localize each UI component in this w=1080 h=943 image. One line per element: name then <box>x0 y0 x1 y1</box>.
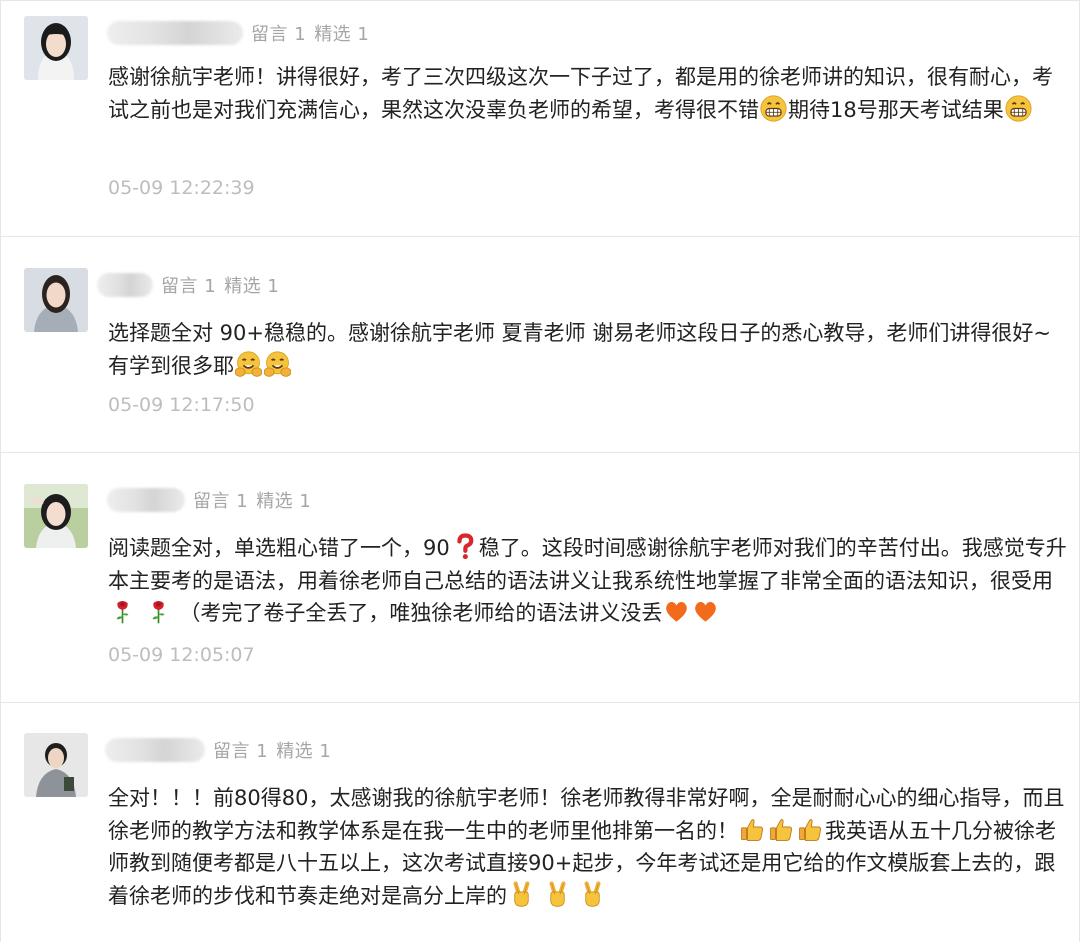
comment-item: 留言 1 精选 1 感谢徐航宇老师！讲得很好，考了三次四级这次一下子过了，都是用的… <box>1 1 1079 236</box>
username-blurred <box>105 738 205 762</box>
featured-count: 精选 1 <box>276 741 332 762</box>
orange-heart-icon <box>663 598 690 625</box>
avatar[interactable] <box>24 733 88 797</box>
reply-count: 留言 1 <box>161 276 217 297</box>
username-blurred <box>107 21 243 45</box>
comment-feed: 留言 1 精选 1 感谢徐航宇老师！讲得很好，考了三次四级这次一下子过了，都是用的… <box>0 0 1080 942</box>
comment-stats: 留言 1 精选 1 <box>251 20 377 46</box>
comment-text: 感谢徐航宇老师！讲得很好，考了三次四级这次一下子过了，都是用的徐老师讲的知识，很… <box>108 61 1068 126</box>
reply-count: 留言 1 <box>251 24 307 45</box>
username-blurred <box>97 273 153 297</box>
comment-stats: 留言 1 精选 1 <box>213 737 339 763</box>
thumbs-up-icon <box>739 816 766 843</box>
hugging-face-emoji-icon <box>235 351 262 378</box>
rose-icon <box>109 598 136 625</box>
comment-item: 留言 1 精选 1 选择题全对 90+稳稳的。感谢徐航宇老师 夏青老师 谢易老师这… <box>1 237 1079 452</box>
comment-meta: 留言 1 精选 1 <box>107 486 319 514</box>
featured-count: 精选 1 <box>314 24 370 45</box>
orange-heart-icon <box>692 598 719 625</box>
comment-text-part: 期待18号那天考试结果 <box>788 97 1004 122</box>
comment-stats: 留言 1 精选 1 <box>193 487 319 513</box>
victory-hand-icon <box>508 881 535 908</box>
avatar[interactable] <box>24 16 88 80</box>
comment-meta: 留言 1 精选 1 <box>107 19 377 47</box>
comment-stats: 留言 1 精选 1 <box>161 272 287 298</box>
featured-count: 精选 1 <box>256 491 312 512</box>
hugging-face-emoji-icon <box>264 351 291 378</box>
victory-hand-icon <box>579 881 606 908</box>
comment-text-part: 阅读题全对，单选粗心错了一个，90 <box>108 536 450 560</box>
thumbs-up-icon <box>768 816 795 843</box>
grinning-emoji-icon <box>760 95 787 122</box>
comment-text: 选择题全对 90+稳稳的。感谢徐航宇老师 夏青老师 谢易老师这段日子的悉心教导，… <box>108 317 1068 382</box>
avatar[interactable] <box>24 268 88 332</box>
comment-timestamp: 05-09 12:17:50 <box>108 394 255 416</box>
featured-count: 精选 1 <box>224 276 280 297</box>
comment-text-part: （考完了卷子全丢了，唯独徐老师给的语法讲义没丢 <box>179 601 663 625</box>
comment-text: 全对！！！前80得80，太感谢我的徐航宇老师！徐老师教得非常好啊，全是耐耐心心的… <box>108 782 1068 912</box>
reply-count: 留言 1 <box>213 741 269 762</box>
comment-meta: 留言 1 精选 1 <box>105 736 339 764</box>
username-blurred <box>107 488 185 512</box>
avatar[interactable] <box>24 484 88 548</box>
comment-timestamp: 05-09 12:22:39 <box>108 177 255 199</box>
comment-item: 留言 1 精选 1 全对！！！前80得80，太感谢我的徐航宇老师！徐老师教得非常好… <box>1 703 1079 943</box>
comment-text: 阅读题全对，单选粗心错了一个，90 稳了。这段时间感谢徐航宇老师对我们的辛苦付出。… <box>108 532 1068 630</box>
red-question-mark-icon <box>451 533 478 560</box>
reply-count: 留言 1 <box>193 491 249 512</box>
grinning-emoji-icon <box>1005 95 1032 122</box>
comment-timestamp: 05-09 12:05:07 <box>108 644 255 666</box>
comment-item: 留言 1 精选 1 阅读题全对，单选粗心错了一个，90 稳了。这段时间感谢徐航宇老师… <box>1 453 1079 702</box>
victory-hand-icon <box>544 881 571 908</box>
comment-meta: 留言 1 精选 1 <box>97 271 287 299</box>
thumbs-up-icon <box>797 816 824 843</box>
rose-icon <box>145 598 172 625</box>
